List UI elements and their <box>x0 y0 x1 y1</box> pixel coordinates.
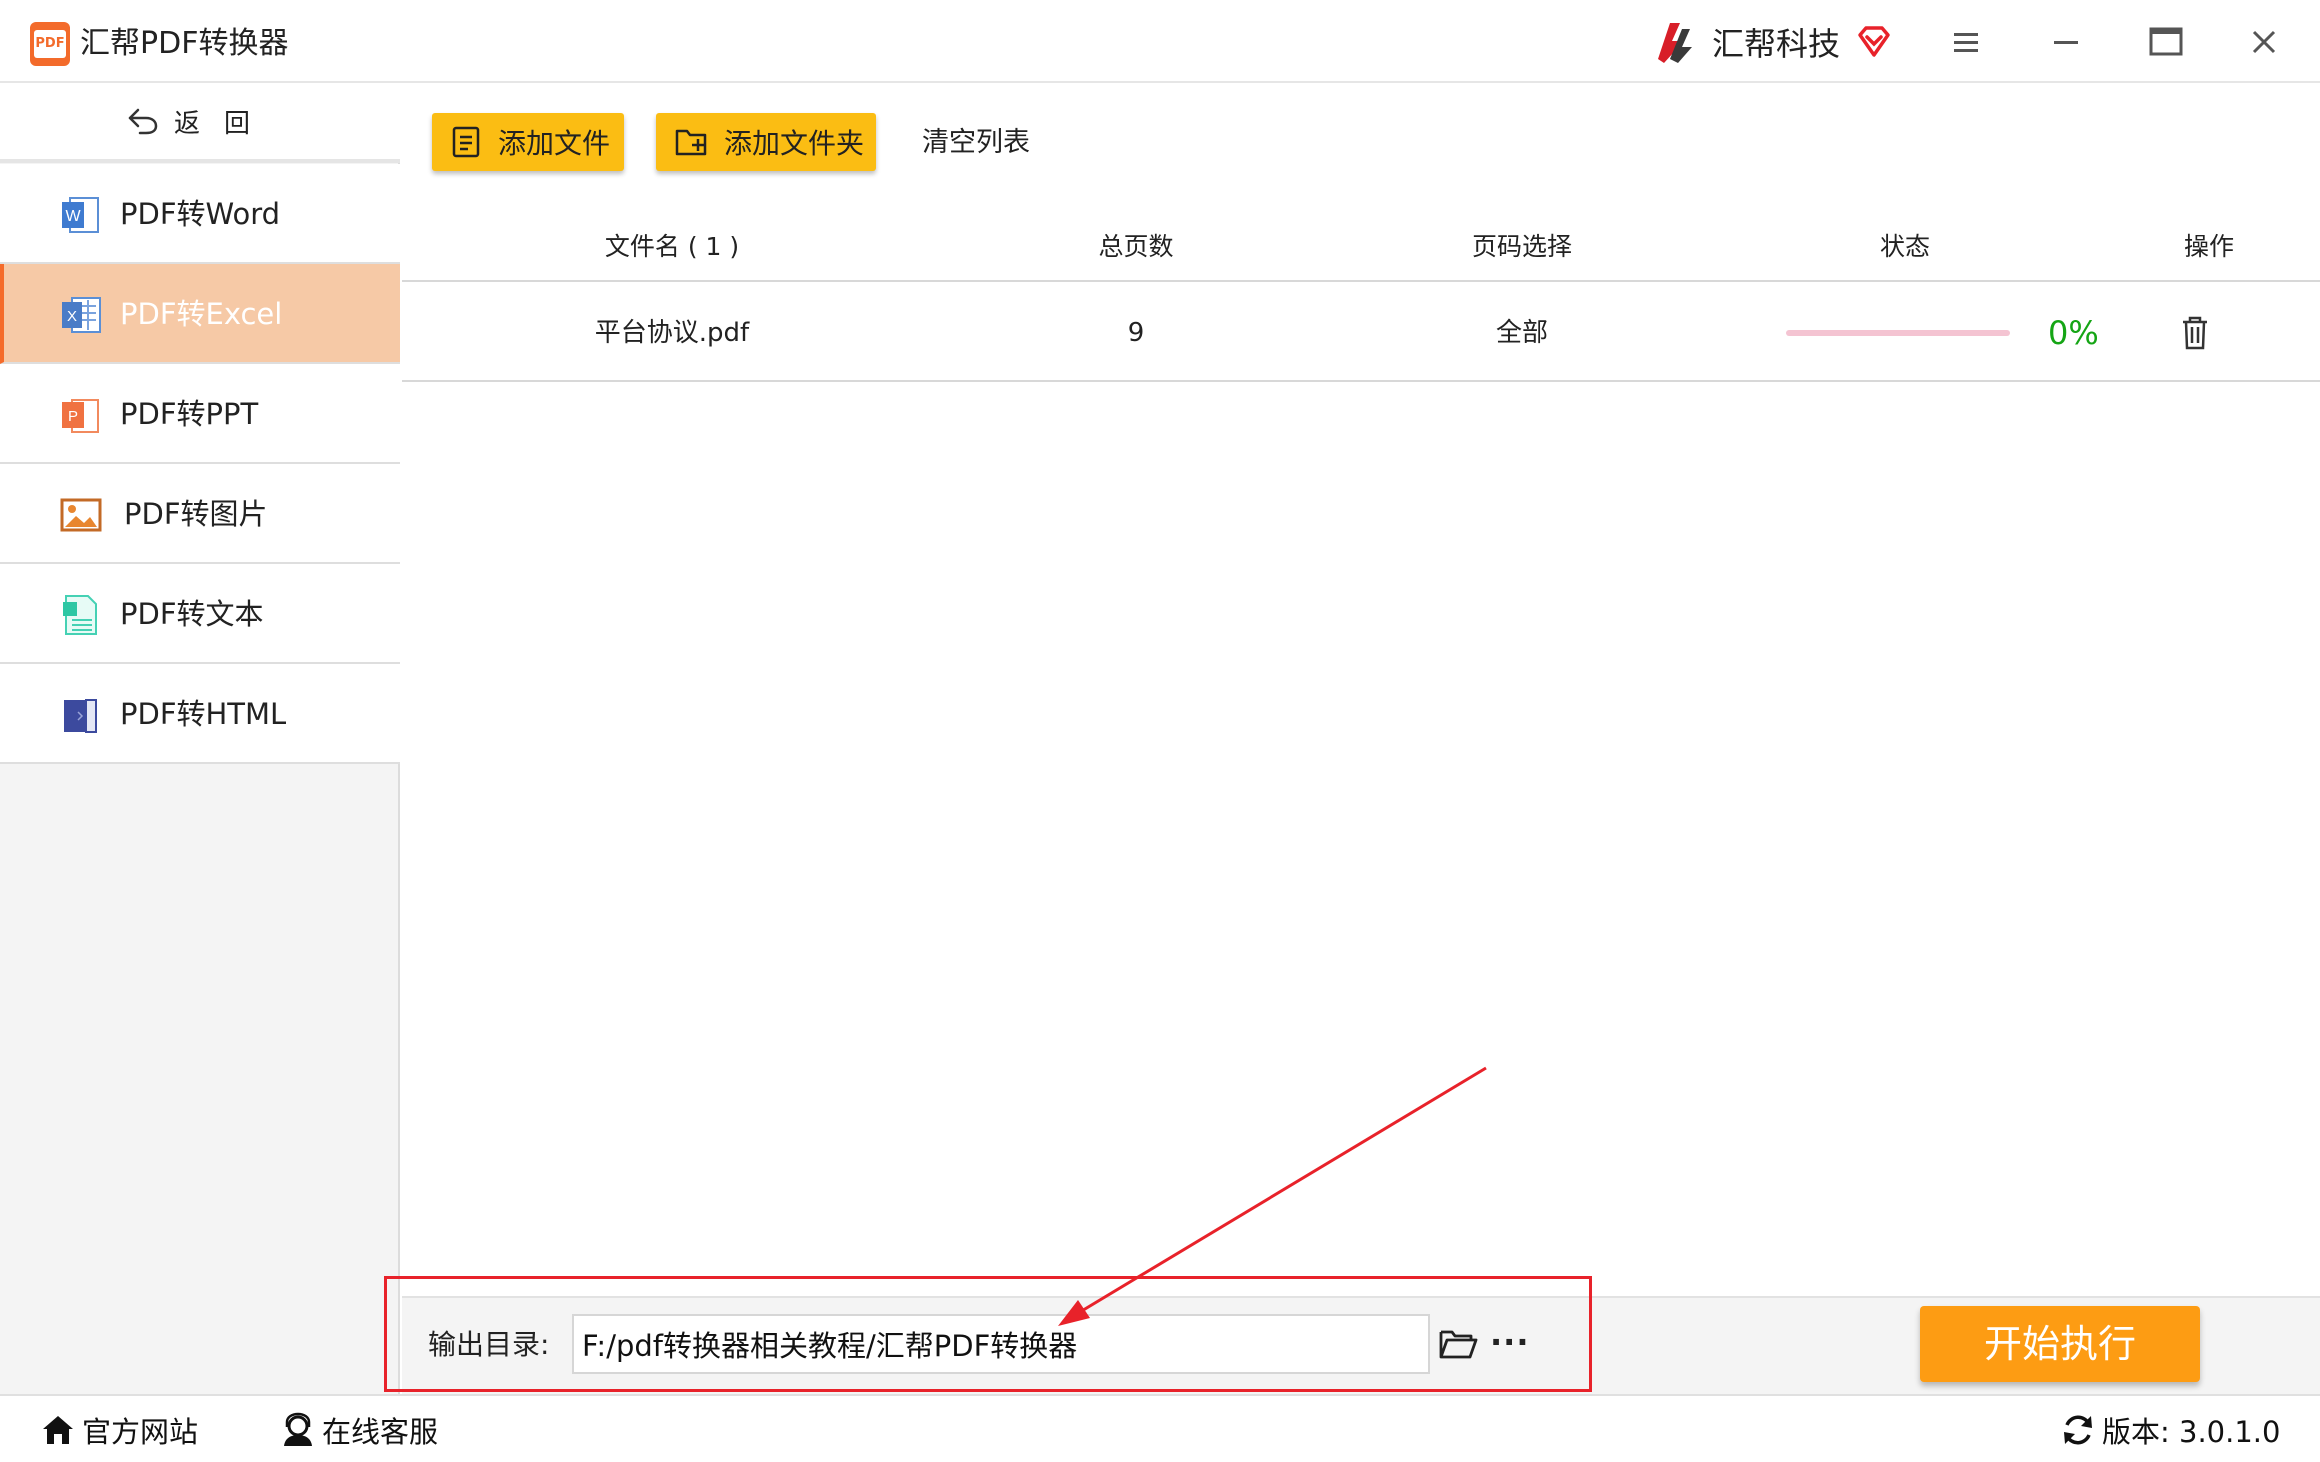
vip-diamond-icon[interactable] <box>1856 25 1892 59</box>
row-progress-text: 0% <box>2048 314 2099 352</box>
close-icon[interactable] <box>2242 20 2286 64</box>
sidebar-item-pdf-to-html[interactable]: PDF转HTML <box>0 664 400 764</box>
sidebar-item-pdf-to-excel[interactable]: X PDF转Excel <box>0 264 400 364</box>
title-bar: PDF 汇帮PDF转换器 汇帮科技 <box>0 0 2320 83</box>
output-dir-label: 输出目录: <box>428 1328 550 1361</box>
add-file-button[interactable]: 添加文件 <box>432 113 624 171</box>
official-website-link[interactable]: 官方网站 <box>40 1396 198 1462</box>
row-page-select[interactable]: 全部 <box>1496 284 1548 382</box>
app-title: 汇帮PDF转换器 <box>80 26 289 61</box>
clear-list-button[interactable]: 清空列表 <box>922 120 1030 166</box>
back-button[interactable]: 返回 <box>0 83 400 163</box>
header-pages: 总页数 <box>1098 232 1174 261</box>
back-label: 返回 <box>173 108 274 139</box>
version-info: 版本: 3.0.1.0 <box>2060 1396 2280 1462</box>
sidebar: 返回 W PDF转Word X PDF转Excel P PDF转PPT PDF转… <box>0 83 400 1395</box>
app-logo-icon: PDF <box>30 22 70 66</box>
word-icon: W <box>62 197 99 233</box>
annotation-arrow <box>1058 1066 1487 1326</box>
image-icon <box>60 498 102 532</box>
header-page-select: 页码选择 <box>1471 232 1573 261</box>
excel-icon: X <box>62 297 101 333</box>
header-filename: 文件名 ( 1 ) <box>604 232 740 261</box>
status-bar: 官方网站 在线客服 版本: 3.0.1.0 <box>0 1394 2320 1462</box>
open-folder-icon[interactable] <box>1438 1324 1478 1364</box>
svg-text:X: X <box>67 308 77 325</box>
header-action: 操作 <box>2183 232 2235 261</box>
sidebar-item-pdf-to-ppt[interactable]: P PDF转PPT <box>0 364 400 464</box>
sidebar-item-pdf-to-word[interactable]: W PDF转Word <box>0 164 400 264</box>
sidebar-item-pdf-to-image[interactable]: PDF转图片 <box>0 464 400 564</box>
add-file-icon <box>452 126 480 158</box>
html-icon <box>64 699 97 733</box>
ppt-icon: P <box>62 399 99 433</box>
text-icon <box>63 595 97 635</box>
output-dir-input[interactable] <box>572 1314 1430 1374</box>
svg-text:W: W <box>65 208 81 225</box>
home-icon <box>43 1416 73 1444</box>
menu-icon[interactable] <box>1944 20 1988 64</box>
online-support-link[interactable]: 在线客服 <box>280 1396 438 1462</box>
add-folder-icon <box>675 129 707 156</box>
refresh-icon[interactable] <box>2060 1412 2096 1448</box>
row-progress-bar <box>1786 330 2010 336</box>
maximize-icon[interactable] <box>2144 20 2188 64</box>
minimize-icon[interactable] <box>2044 20 2088 64</box>
delete-icon[interactable] <box>2178 314 2212 352</box>
brand-logo-icon <box>1658 23 1692 63</box>
brand: 汇帮科技 <box>1650 16 1892 68</box>
row-filename: 平台协议.pdf <box>594 318 750 348</box>
table-row: 平台协议.pdf 9 全部 0% <box>402 284 2320 382</box>
svg-text:P: P <box>68 408 78 425</box>
header-status: 状态 <box>1879 232 1931 261</box>
more-options-button[interactable]: ··· <box>1490 1320 1529 1364</box>
sidebar-item-pdf-to-text[interactable]: PDF转文本 <box>0 564 400 664</box>
support-icon <box>284 1412 312 1446</box>
brand-name: 汇帮科技 <box>1712 25 1841 63</box>
table-header: 文件名 ( 1 ) 总页数 页码选择 状态 操作 <box>402 212 2320 282</box>
add-folder-button[interactable]: 添加文件夹 <box>656 113 876 171</box>
row-pages: 9 <box>1127 318 1145 348</box>
back-arrow-icon <box>128 108 158 135</box>
start-button[interactable]: 开始执行 <box>1920 1306 2200 1382</box>
